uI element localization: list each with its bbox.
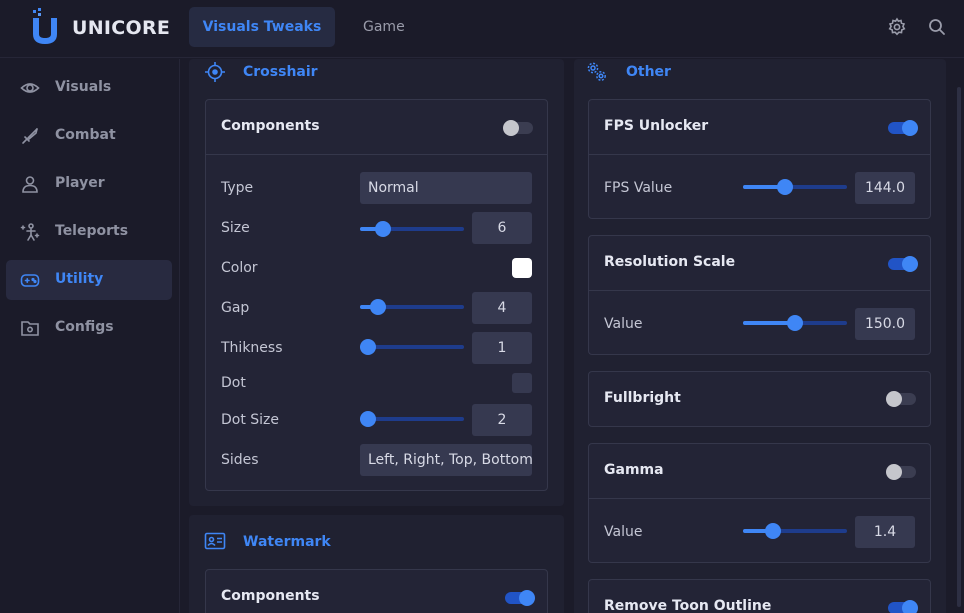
sides-select[interactable]: Left, Right, Top, Bottom: [360, 444, 532, 476]
tab-visuals-tweaks[interactable]: Visuals Tweaks: [189, 7, 335, 47]
unicore-logo: [33, 8, 57, 44]
card-title: Fullbright: [604, 390, 681, 406]
card-header: FPS Unlocker: [589, 100, 930, 155]
gap-label: Gap: [221, 300, 250, 316]
card-header: Gamma: [589, 444, 930, 499]
brand-name: UNICORE: [72, 17, 171, 39]
dot-size-slider[interactable]: [360, 411, 464, 427]
fps-unlocker-toggle[interactable]: [888, 120, 918, 136]
gamma-value-slider[interactable]: [743, 523, 847, 539]
resolution-value-slider[interactable]: [743, 315, 847, 331]
resolution-scale-toggle[interactable]: [888, 256, 918, 272]
thikness-slider[interactable]: [360, 339, 464, 355]
resolution-scale-card: Resolution Scale Value 150.0: [588, 235, 931, 355]
gamma-toggle[interactable]: [886, 464, 916, 480]
resolution-value-input[interactable]: 150.0: [855, 308, 915, 340]
sidebar-item-label: Configs: [55, 319, 114, 335]
size-slider[interactable]: [360, 221, 464, 237]
sidebar-item-teleports[interactable]: Teleports: [6, 212, 172, 252]
slider-thumb[interactable]: [776, 179, 793, 195]
card-title: Components: [221, 118, 320, 134]
search-icon[interactable]: [927, 17, 947, 37]
size-label: Size: [221, 220, 250, 236]
top-bar: UNICORE Visuals Tweaks Game: [0, 0, 964, 58]
sidebar-item-label: Combat: [55, 127, 116, 143]
gear-icon[interactable]: [887, 17, 907, 37]
slider-thumb[interactable]: [369, 299, 386, 315]
card-title: Gamma: [604, 462, 664, 478]
color-swatch[interactable]: [512, 258, 532, 278]
remove-toon-outline-card: Remove Toon Outline: [588, 579, 931, 613]
dot-checkbox[interactable]: [512, 373, 532, 393]
thikness-value-input[interactable]: 1: [472, 332, 532, 364]
slider-thumb[interactable]: [374, 221, 391, 237]
sidebar-item-label: Player: [55, 175, 105, 191]
fps-value-label: FPS Value: [604, 180, 673, 196]
sidebar-item-label: Teleports: [55, 223, 129, 239]
eye-icon: [20, 83, 40, 93]
slider-thumb[interactable]: [360, 411, 377, 427]
card-title: Remove Toon Outline: [604, 598, 772, 613]
resolution-value-label: Value: [604, 316, 643, 332]
fps-unlocker-card: FPS Unlocker FPS Value 144.0: [588, 99, 931, 219]
crosshair-components-card: Components Type Normal Size 6 Color Gap …: [205, 99, 548, 491]
id-card-icon: [204, 532, 226, 550]
scrollbar[interactable]: [957, 87, 961, 607]
gamepad-icon: [20, 274, 40, 287]
gamma-card: Gamma Value 1.4: [588, 443, 931, 563]
watermark-section-title: Watermark: [243, 534, 331, 550]
sidebar-item-utility[interactable]: Utility: [6, 260, 172, 300]
sword-icon: [22, 128, 38, 144]
teleport-icon: [20, 223, 40, 241]
fullbright-card: Fullbright: [588, 371, 931, 427]
dot-size-label: Dot Size: [221, 412, 280, 428]
dot-size-value-input[interactable]: 2: [472, 404, 532, 436]
card-title: FPS Unlocker: [604, 118, 709, 134]
content-area: Crosshair Components Type Normal Size 6 …: [181, 59, 964, 613]
tab-game[interactable]: Game: [363, 7, 405, 47]
watermark-components-toggle[interactable]: [505, 590, 535, 606]
slider-thumb[interactable]: [787, 315, 803, 331]
gap-value-input[interactable]: 4: [472, 292, 532, 324]
gamma-value-label: Value: [604, 524, 643, 540]
color-label: Color: [221, 260, 258, 276]
watermark-components-card: Components: [205, 569, 548, 613]
fullbright-toggle[interactable]: [886, 391, 916, 407]
sidebar-item-configs[interactable]: Configs: [6, 308, 172, 348]
card-title: Components: [221, 588, 320, 604]
other-section-title: Other: [626, 64, 671, 80]
sidebar-item-combat[interactable]: Combat: [6, 116, 172, 156]
crosshair-icon: [205, 62, 225, 82]
card-header: Components: [206, 100, 547, 155]
sidebar: Visuals Combat Player Teleports Utility …: [0, 59, 180, 613]
remove-toon-outline-toggle[interactable]: [888, 600, 918, 613]
sidebar-item-label: Visuals: [55, 79, 112, 95]
sidebar-item-label: Utility: [55, 271, 104, 287]
user-icon: [22, 176, 38, 193]
slider-thumb[interactable]: [360, 339, 377, 355]
sides-label: Sides: [221, 452, 259, 468]
dot-label: Dot: [221, 375, 246, 391]
fps-value-input[interactable]: 144.0: [855, 172, 915, 204]
gears-icon: [587, 62, 606, 81]
crosshair-section-title: Crosshair: [243, 64, 318, 80]
card-title: Resolution Scale: [604, 254, 736, 270]
sidebar-item-player[interactable]: Player: [6, 164, 172, 204]
card-header: Resolution Scale: [589, 236, 930, 291]
type-label: Type: [221, 180, 254, 196]
fps-value-slider[interactable]: [743, 179, 847, 195]
sidebar-item-visuals[interactable]: Visuals: [6, 68, 172, 108]
gap-slider[interactable]: [360, 299, 464, 315]
thikness-label: Thikness: [221, 340, 283, 356]
folder-gear-icon: [21, 321, 39, 336]
slider-thumb[interactable]: [765, 523, 782, 539]
crosshair-components-toggle[interactable]: [503, 120, 533, 136]
gamma-value-input[interactable]: 1.4: [855, 516, 915, 548]
size-value-input[interactable]: 6: [472, 212, 532, 244]
type-select[interactable]: Normal: [360, 172, 532, 204]
